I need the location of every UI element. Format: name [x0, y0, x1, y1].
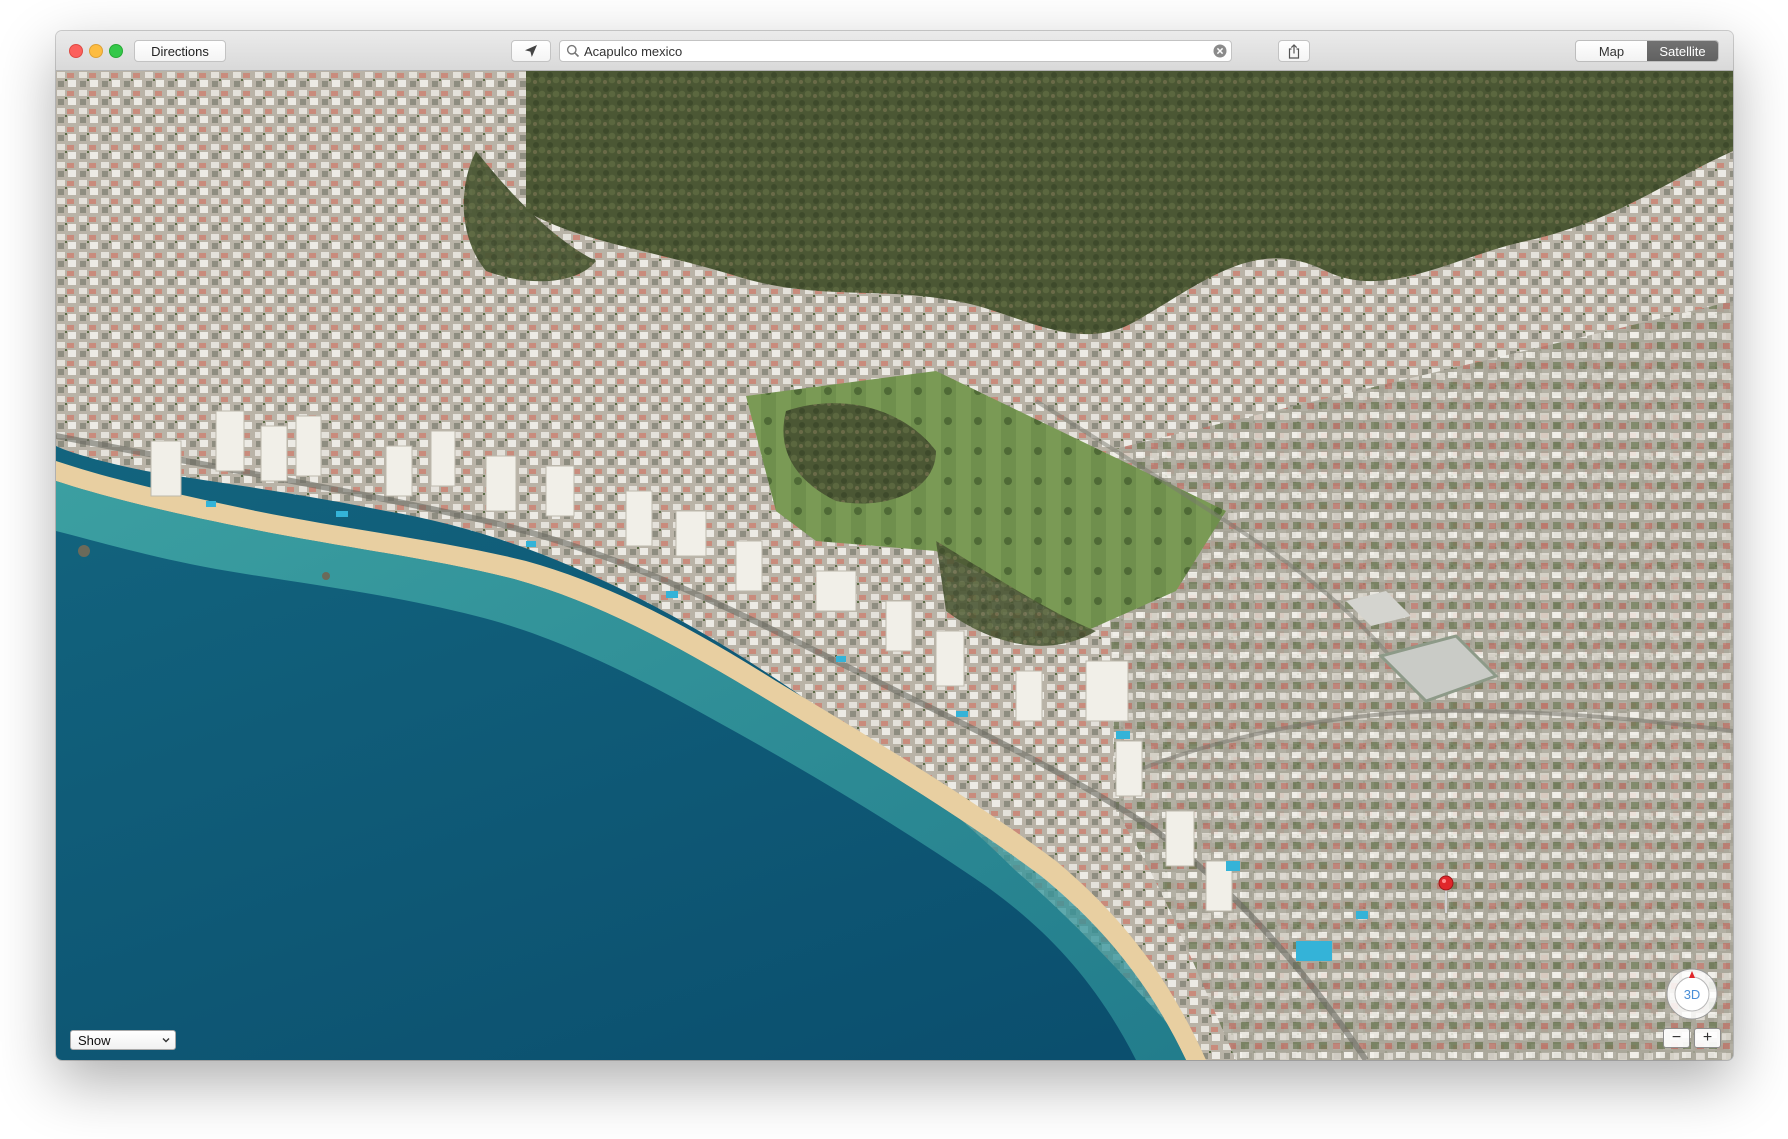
share-button[interactable] [1278, 40, 1310, 62]
location-arrow-icon [525, 45, 537, 57]
directions-button[interactable]: Directions [134, 40, 226, 62]
map-mode-satellite-tab[interactable]: Satellite [1647, 41, 1718, 61]
satellite-imagery[interactable] [56, 71, 1733, 1060]
map-mode-segmented-control[interactable]: Map Satellite [1575, 40, 1719, 62]
title-bar: Directions Acapulco mexico Map Satellite [56, 31, 1733, 71]
share-icon [1288, 43, 1300, 59]
show-dropdown[interactable]: Show [70, 1030, 176, 1050]
maps-window: Directions Acapulco mexico Map Satellite… [56, 31, 1733, 1060]
search-field[interactable] [559, 40, 1232, 62]
zoom-out-button[interactable]: − [1663, 1028, 1690, 1048]
chevron-down-icon [162, 1038, 170, 1043]
compass-3d-label: 3D [1684, 987, 1701, 1002]
search-icon [566, 44, 580, 58]
search-input[interactable] [584, 42, 1204, 60]
current-location-button[interactable] [511, 40, 551, 62]
zoom-in-button[interactable]: + [1694, 1028, 1721, 1048]
zoom-window-button[interactable] [109, 44, 123, 58]
close-window-button[interactable] [69, 44, 83, 58]
compass-3d-button[interactable]: 3D [1666, 968, 1718, 1020]
map-mode-map-tab[interactable]: Map [1576, 41, 1647, 61]
minimize-window-button[interactable] [89, 44, 103, 58]
satellite-map-view[interactable]: Show 3D − + [56, 71, 1733, 1060]
zoom-controls: − + [1663, 1028, 1721, 1048]
directions-label: Directions [151, 43, 209, 59]
clear-icon[interactable] [1213, 44, 1227, 58]
show-dropdown-label: Show [78, 1032, 111, 1048]
